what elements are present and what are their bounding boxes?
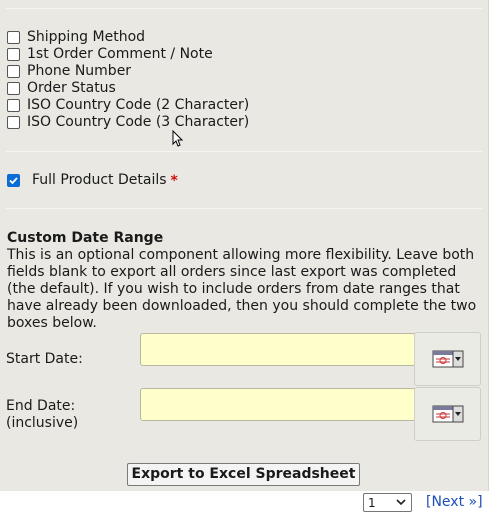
full-product-details-option[interactable]: Full Product Details * — [7, 172, 178, 189]
checkbox-checked[interactable] — [7, 174, 20, 187]
date-range-description: This is an optional component allowing m… — [7, 247, 477, 331]
end-date-calendar-button[interactable] — [414, 387, 481, 441]
next-page-link[interactable]: [Next »] — [426, 493, 483, 511]
field-option-label: Phone Number — [27, 63, 132, 79]
start-date-calendar-button[interactable] — [414, 332, 481, 386]
export-options-panel: Shipping Method 1st Order Comment / Note… — [0, 0, 489, 491]
start-date-input[interactable] — [140, 333, 416, 366]
field-option-order-status[interactable]: Order Status — [7, 80, 116, 97]
full-product-details-label: Full Product Details — [32, 172, 167, 188]
chevron-down-icon — [396, 499, 406, 506]
end-date-label: End Date: — [6, 398, 76, 414]
field-option-label: 1st Order Comment / Note — [27, 46, 213, 62]
checkbox[interactable] — [7, 31, 20, 44]
field-option-phone-number[interactable]: Phone Number — [7, 63, 131, 80]
field-option-shipping-method[interactable]: Shipping Method — [7, 29, 145, 46]
field-option-order-comment[interactable]: 1st Order Comment / Note — [7, 46, 213, 63]
checkbox[interactable] — [7, 116, 20, 129]
mouse-cursor-icon — [172, 130, 184, 147]
page-select[interactable]: 1 — [363, 493, 412, 512]
field-option-label: Shipping Method — [27, 29, 146, 45]
export-to-excel-button[interactable]: Export to Excel Spreadsheet — [127, 463, 360, 486]
end-date-input[interactable] — [140, 388, 416, 421]
separator — [6, 208, 482, 209]
checkbox[interactable] — [7, 48, 20, 61]
checkmark-icon — [9, 177, 18, 185]
field-option-label: ISO Country Code (2 Character) — [27, 97, 250, 113]
checkbox[interactable] — [7, 65, 20, 78]
calendar-icon — [432, 405, 463, 423]
page-select-value: 1 — [368, 495, 376, 510]
end-date-inclusive-note: (inclusive) — [6, 415, 79, 431]
field-option-iso-country-3[interactable]: ISO Country Code (3 Character) — [7, 114, 249, 131]
field-option-label: Order Status — [27, 80, 116, 96]
field-option-label: ISO Country Code (3 Character) — [27, 114, 250, 130]
separator — [6, 8, 482, 9]
date-range-title: Custom Date Range — [7, 230, 164, 246]
checkbox[interactable] — [7, 82, 20, 95]
field-option-iso-country-2[interactable]: ISO Country Code (2 Character) — [7, 97, 249, 114]
required-marker: * — [170, 172, 178, 189]
checkbox[interactable] — [7, 99, 20, 112]
separator — [6, 151, 482, 152]
calendar-icon — [432, 350, 463, 368]
start-date-label: Start Date: — [6, 351, 83, 367]
